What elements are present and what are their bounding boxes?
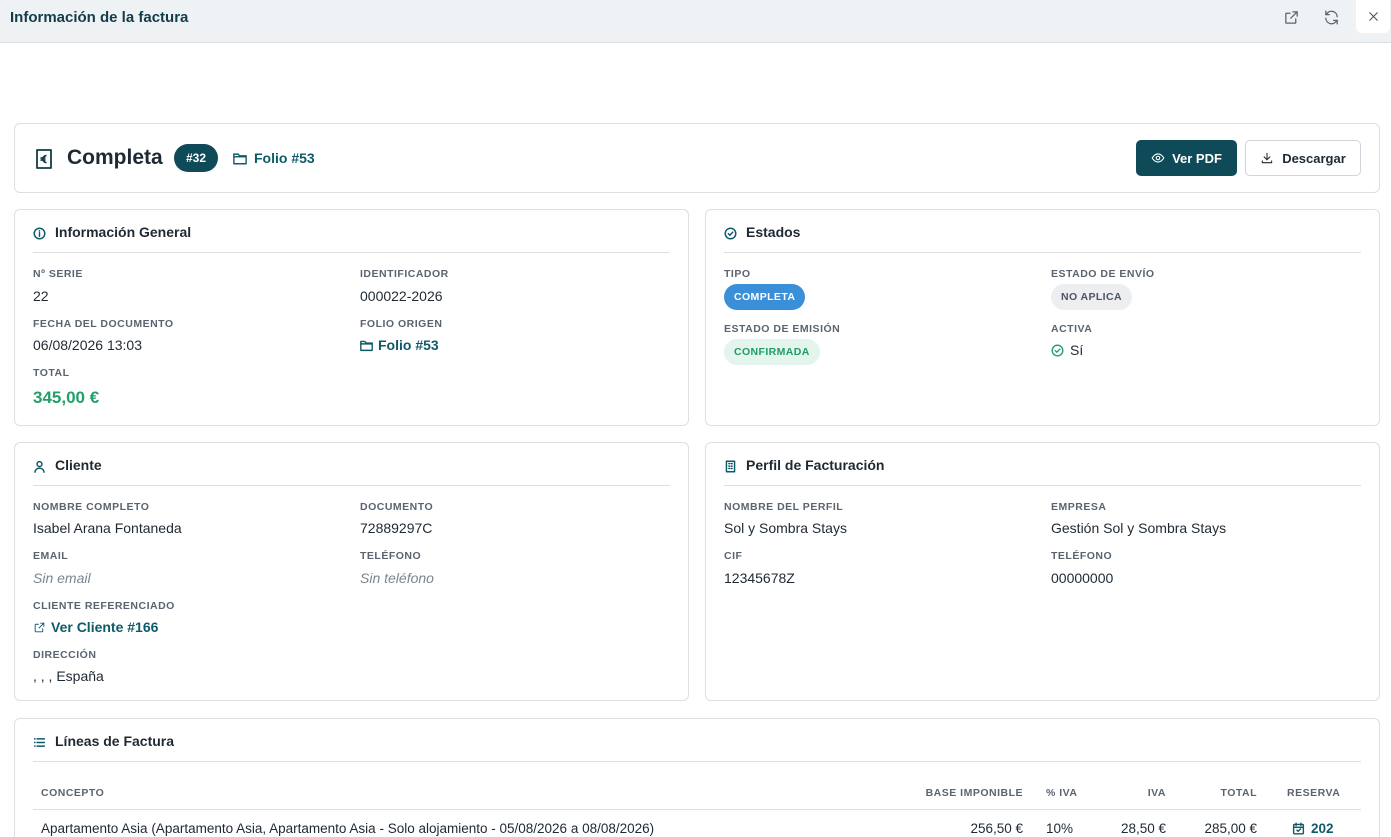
total-label: TOTAL [33, 367, 70, 379]
send-status-label: ESTADO DE ENVÍO [1051, 268, 1155, 280]
send-status-badge: NO APLICA [1051, 284, 1132, 310]
profile-phone-label: TELÉFONO [1051, 550, 1113, 562]
column-header-tax-base: BASE IMPONIBLE [925, 787, 1023, 799]
client-title: Cliente [55, 457, 102, 473]
folio-origin-value: Folio #53 [378, 337, 439, 353]
profile-phone-value: 00000000 [1051, 570, 1114, 586]
column-header-concept: CONCEPTO [41, 787, 105, 799]
invoice-lines-title: Líneas de Factura [55, 733, 175, 749]
reservation-number: 202 [1311, 821, 1334, 836]
download-button[interactable]: Descargar [1245, 140, 1361, 176]
active-value: Sí [1051, 342, 1083, 358]
external-link-icon [34, 622, 45, 632]
active-label: ACTIVA [1051, 323, 1093, 335]
invoice-title: Completa [67, 146, 163, 169]
serie-label: Nº SERIE [33, 268, 83, 280]
client-email-label: EMAIL [33, 550, 69, 562]
type-badge: COMPLETA [724, 284, 806, 310]
client-phone-label: TELÉFONO [360, 550, 422, 562]
folio-origin-label: FOLIO ORIGEN [360, 318, 443, 330]
download-icon [1261, 152, 1273, 164]
invoice-number-badge: #32 [174, 144, 219, 172]
invoice-lines-header: Líneas de Factura [33, 733, 1361, 762]
line-vat: 28,50 € [1120, 821, 1166, 836]
info-icon [33, 227, 46, 240]
window-title: Información de la factura [10, 9, 189, 26]
column-header-vat-percent: % IVA [1046, 787, 1078, 799]
calendar-icon [1292, 822, 1305, 835]
cif-value: 12345678Z [724, 570, 795, 586]
building-icon [725, 460, 736, 473]
download-label: Descargar [1282, 150, 1346, 166]
invoice-lines-card: Líneas de Factura CONCEPTO BASE IMPONIBL… [14, 718, 1380, 837]
view-client-label: Ver Cliente #166 [51, 619, 159, 635]
folder-icon [360, 340, 373, 351]
check-circle-icon [1051, 344, 1064, 356]
cif-label: CIF [724, 550, 743, 562]
window-title-bar: Información de la factura [0, 0, 1391, 43]
column-header-reservation: RESERVA [1287, 787, 1341, 799]
close-icon[interactable] [1356, 0, 1390, 33]
refresh-icon[interactable] [1316, 6, 1346, 28]
type-label: TIPO [724, 268, 751, 280]
line-total: 285,00 € [1204, 821, 1257, 836]
identifier-value: 000022-2026 [360, 288, 443, 304]
billing-profile-card: Perfil de Facturación NOMBRE DEL PERFIL … [705, 442, 1380, 701]
view-pdf-label: Ver PDF [1172, 150, 1222, 166]
column-header-total: TOTAL [1220, 787, 1257, 799]
company-label: EMPRESA [1051, 501, 1107, 513]
company-value: Gestión Sol y Sombra Stays [1051, 520, 1227, 536]
folder-icon [233, 152, 247, 164]
user-icon [34, 460, 45, 473]
reservation-link[interactable]: 202 [1292, 821, 1334, 836]
general-info-header: Información General [33, 224, 670, 253]
folio-origin-link[interactable]: Folio #53 [360, 337, 439, 353]
client-name-label: NOMBRE COMPLETO [33, 501, 150, 513]
serie-value: 22 [33, 288, 49, 304]
active-value-text: Sí [1070, 342, 1084, 358]
profile-name-label: NOMBRE DEL PERFIL [724, 501, 844, 513]
referenced-client-label: CLIENTE REFERENCIADO [33, 600, 175, 612]
address-value: , , , España [33, 668, 104, 684]
client-document-label: DOCUMENTO [360, 501, 434, 513]
status-header: Estados [724, 224, 1361, 253]
euro-receipt-icon [35, 149, 53, 169]
external-link-icon[interactable] [1276, 6, 1306, 28]
folio-link-label: Folio #53 [254, 150, 315, 166]
line-concept: Apartamento Asia (Apartamento Asia, Apar… [41, 821, 655, 836]
client-header: Cliente [33, 457, 670, 486]
emission-status-badge: CONFIRMADA [724, 339, 820, 365]
billing-profile-header: Perfil de Facturación [724, 457, 1361, 486]
general-info-title: Información General [55, 224, 192, 240]
identifier-label: IDENTIFICADOR [360, 268, 449, 280]
status-card: Estados TIPO COMPLETA ESTADO DE ENVÍO NO… [705, 209, 1380, 426]
client-name-value: Isabel Arana Fontaneda [33, 520, 182, 536]
list-icon [33, 738, 46, 747]
view-client-link[interactable]: Ver Cliente #166 [33, 619, 158, 635]
emission-status-label: ESTADO DE EMISIÓN [724, 323, 841, 335]
client-card: Cliente NOMBRE COMPLETO Isabel Arana Fon… [14, 442, 689, 701]
column-header-vat: IVA [1147, 787, 1166, 799]
table-header-divider [33, 809, 1361, 810]
document-date-value: 06/08/2026 13:03 [33, 337, 142, 353]
client-email-value: Sin email [33, 570, 91, 586]
document-date-label: FECHA DEL DOCUMENTO [33, 318, 174, 330]
profile-name-value: Sol y Sombra Stays [724, 520, 847, 536]
client-phone-value: Sin teléfono [360, 570, 434, 586]
client-document-value: 72889297C [360, 520, 433, 536]
total-value: 345,00 € [33, 388, 100, 407]
line-vat-percent: 10% [1046, 821, 1074, 836]
folio-link[interactable]: Folio #53 [233, 150, 315, 166]
status-title: Estados [746, 224, 801, 240]
address-label: DIRECCIÓN [33, 649, 97, 661]
general-info-card: Información General Nº SERIE 22 IDENTIFI… [14, 209, 689, 426]
line-tax-base: 256,50 € [970, 821, 1023, 836]
view-pdf-button[interactable]: Ver PDF [1136, 140, 1237, 176]
eye-icon [1151, 153, 1165, 163]
invoice-header-card: Completa #32 Folio #53 Ver PDF Descargar [14, 123, 1380, 193]
billing-profile-title: Perfil de Facturación [746, 457, 885, 473]
check-circle-icon [724, 227, 737, 240]
